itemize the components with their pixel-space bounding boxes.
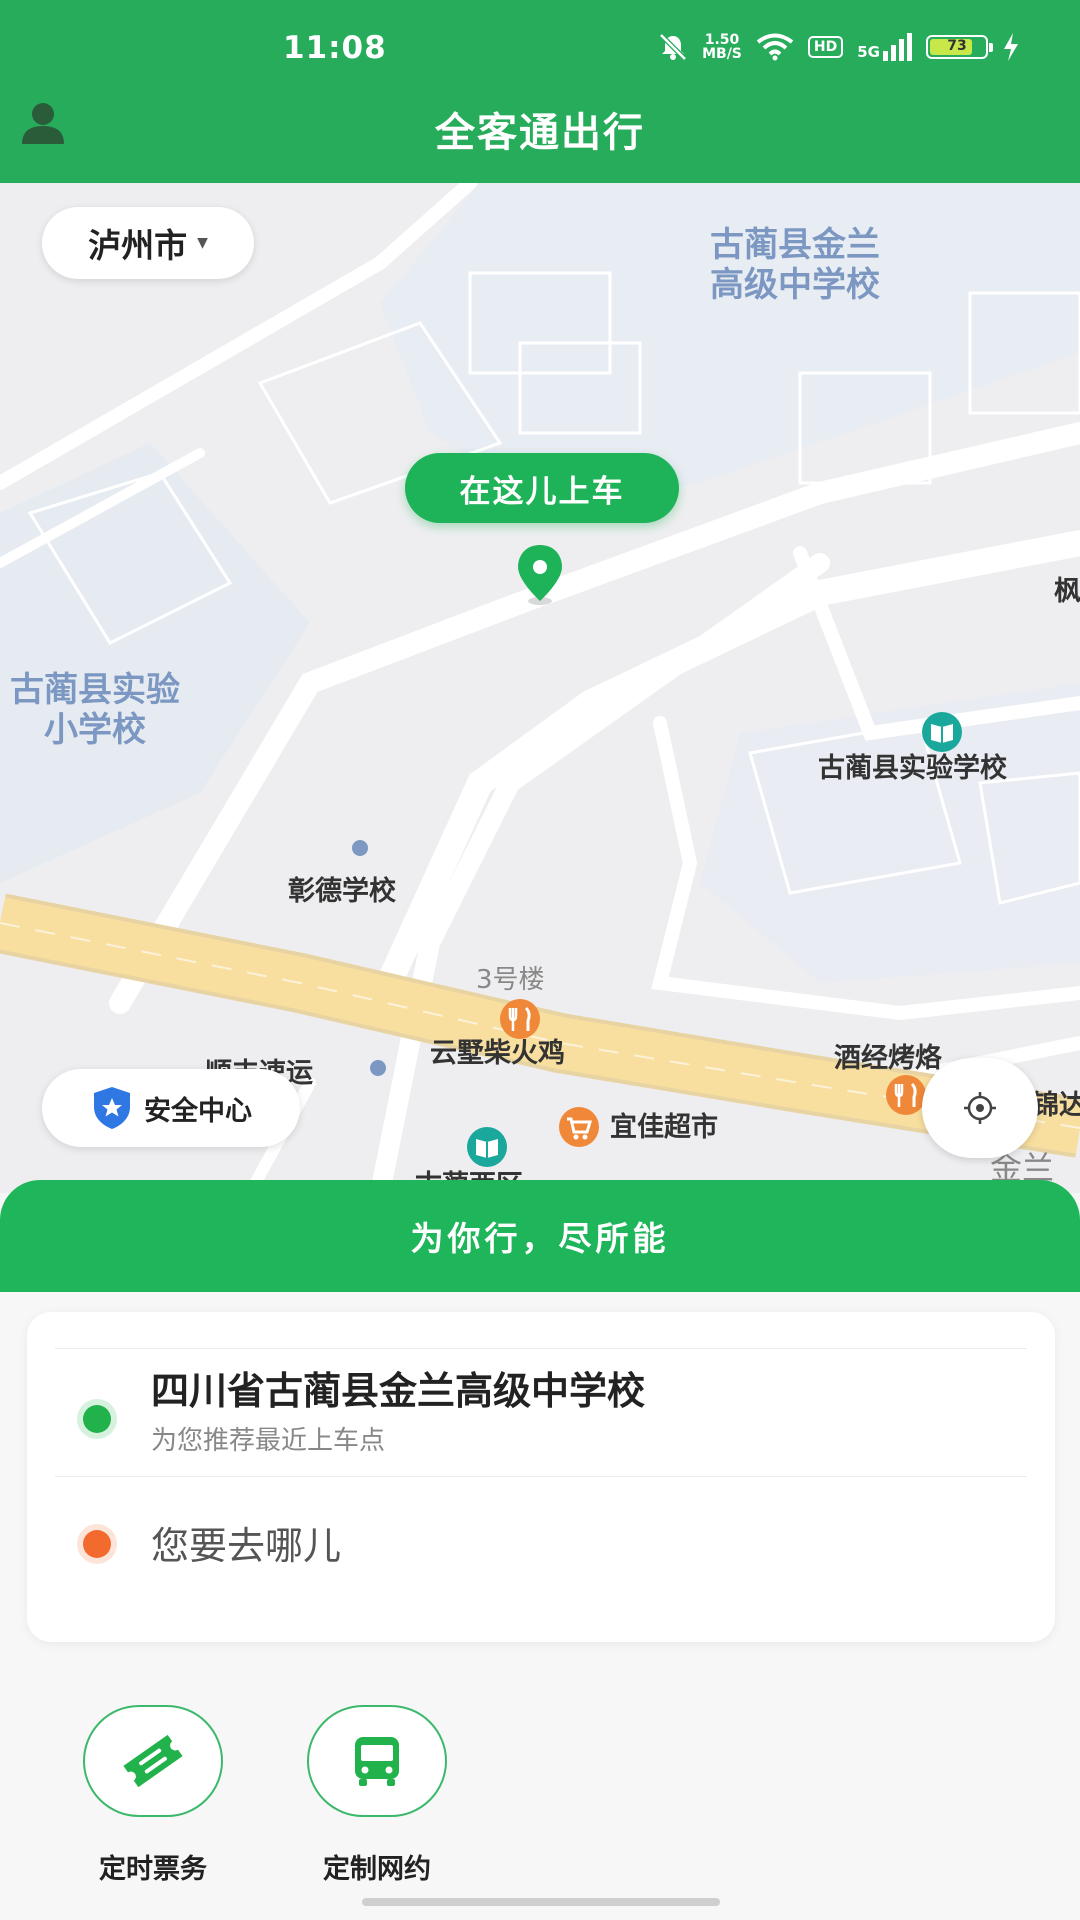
location-pin-icon [518,545,562,605]
destination-dot-icon [83,1530,111,1558]
pickup-address: 四川省古蔺县金兰高级中学校 [151,1369,646,1413]
chevron-down-icon: ▼ [197,235,208,251]
bus-icon [355,1737,399,1786]
slogan-text: 为你行，尽所能 [410,1219,670,1258]
map-view[interactable]: 古蔺县金兰 高级中学校 古蔺县实验 小学校 古蔺县实验学校 彰德学校 3号楼 云… [0,183,1080,1193]
destination-input[interactable]: 您要去哪儿 [27,1477,1055,1607]
map-label-experimental-school[interactable]: 古蔺县实验学校 [818,746,1007,785]
status-icons: 1.50 MB/S HD 5G 73 [658,32,1020,62]
map-label-yijia[interactable]: 宜佳超市 [610,1105,718,1144]
service-label: 定制网约 [323,1854,431,1885]
map-label-primary-school[interactable]: 古蔺县实验 小学校 [10,670,180,750]
pickup-row[interactable]: 四川省古蔺县金兰高级中学校 为您推荐最近上车点 [27,1348,1055,1488]
service-scheduled-ticket[interactable]: 定时票务 [83,1705,223,1886]
battery-level: 73 [947,38,967,54]
speed-value: 1.50 [704,32,740,48]
slogan-banner: 为你行，尽所能 [0,1180,1080,1292]
service-icon-circle [83,1705,223,1817]
map-label-jinlan-school[interactable]: 古蔺县金兰 高级中学校 [710,225,880,305]
speed-unit: MB/S [702,46,742,62]
ticket-icon [123,1734,183,1788]
map-label-line: 小学校 [44,710,146,750]
shield-icon [94,1087,130,1129]
safety-center-button[interactable]: 安全中心 [42,1069,300,1147]
service-label: 定时票务 [99,1854,207,1885]
map-label-line: 高级中学校 [710,265,880,305]
hd-badge: HD [807,36,844,58]
status-time: 11:08 [283,30,387,66]
mute-icon [659,33,687,61]
map-label-line: 古蔺县实验 [10,670,180,710]
city-name: 泸州市 [88,226,188,265]
safety-center-label: 安全中心 [144,1095,252,1127]
map-label-edge-mid: 锦达 [1032,1090,1080,1121]
map-label-jiujing[interactable]: 酒经烤烙 [834,1036,942,1075]
wifi-icon [756,33,794,61]
supermarket-icon [559,1107,599,1147]
charging-icon [1004,33,1018,61]
map-label-line: 古蔺县金兰 [710,225,880,265]
network-type: 5G [857,43,880,61]
pickup-here-tag[interactable]: 在这儿上车 [405,453,679,523]
network-speed: 1.50 MB/S [702,33,742,61]
map-label-building3[interactable]: 3号楼 [476,959,545,996]
locate-me-button[interactable] [922,1058,1038,1158]
city-selector[interactable]: 泸州市 ▼ [42,207,254,279]
map-label-zhangde-school[interactable]: 彰德学校 [288,869,396,908]
battery-icon: 73 [926,35,993,59]
map-label-yunshu[interactable]: 云墅柴火鸡 [430,1031,565,1070]
destination-placeholder: 您要去哪儿 [151,1524,342,1568]
trip-address-card: 四川省古蔺县金兰高级中学校 为您推荐最近上车点 您要去哪儿 [27,1312,1055,1642]
map-label-edge-top: 枫 [1054,576,1080,607]
pickup-dot-icon [83,1405,111,1433]
signal-icon: 5G [857,33,912,61]
crosshair-icon [964,1092,996,1124]
service-icon-circle [307,1705,447,1817]
pickup-hint: 为您推荐最近上车点 [151,1426,386,1456]
home-indicator[interactable] [362,1898,720,1906]
app-title: 全客通出行 [435,110,645,156]
app-header: 11:08 1.50 MB/S HD 5G 73 全客通出行 [0,0,1080,183]
service-custom-ride[interactable]: 定制网约 [307,1705,447,1886]
